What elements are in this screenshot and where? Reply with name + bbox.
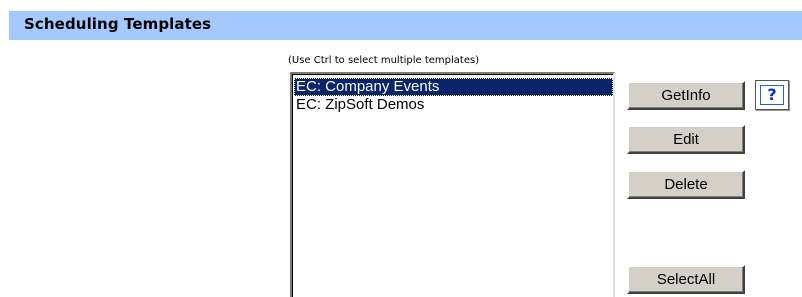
getinfo-button[interactable]: GetInfo [627,81,745,110]
templates-listbox[interactable]: EC: Company Events EC: ZipSoft Demos [290,72,615,297]
section-title: Scheduling Templates [24,15,212,33]
scheduling-templates-page: Scheduling Templates (Use Ctrl to select… [0,0,802,297]
edit-button[interactable]: Edit [627,125,745,154]
help-icon: ? [760,85,784,105]
template-option[interactable]: EC: Company Events [294,78,613,96]
help-button[interactable]: ? [755,80,789,110]
delete-button[interactable]: Delete [627,170,745,199]
selectall-button[interactable]: SelectAll [627,265,745,294]
template-option[interactable]: EC: ZipSoft Demos [294,96,613,114]
multi-select-hint: (Use Ctrl to select multiple templates) [288,55,480,66]
